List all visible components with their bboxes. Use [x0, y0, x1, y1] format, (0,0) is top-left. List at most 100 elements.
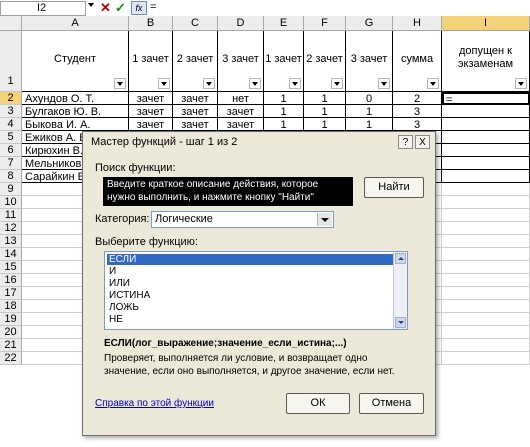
- row-header-3[interactable]: 3: [0, 105, 22, 118]
- filter-dropdown-icon[interactable]: [427, 78, 439, 89]
- header-cell-f[interactable]: 2 зачет: [304, 31, 346, 92]
- formula-input[interactable]: =: [150, 1, 156, 13]
- table-cell[interactable]: зачет: [218, 105, 264, 118]
- table-cell[interactable]: [442, 339, 530, 352]
- header-cell-c[interactable]: 2 зачет: [173, 31, 218, 92]
- table-cell[interactable]: 1: [264, 118, 304, 131]
- column-header-c[interactable]: C: [173, 16, 218, 31]
- search-input[interactable]: Введите краткое описание действия, котор…: [103, 177, 353, 206]
- column-header-e[interactable]: E: [264, 16, 304, 31]
- function-list-item[interactable]: И: [107, 266, 393, 277]
- header-cell-d[interactable]: 3 зачет: [218, 31, 264, 92]
- table-cell[interactable]: 1: [346, 118, 393, 131]
- row-header-4[interactable]: 4: [0, 118, 22, 131]
- table-cell[interactable]: [442, 118, 530, 131]
- filter-dropdown-icon[interactable]: [331, 78, 343, 89]
- dialog-title-bar[interactable]: Мастер функций - шаг 1 из 2 ? X: [83, 132, 435, 152]
- table-cell[interactable]: 3: [393, 118, 442, 131]
- row-header-1[interactable]: 1: [0, 31, 22, 92]
- table-cell[interactable]: зачет: [218, 118, 264, 131]
- table-cell[interactable]: зачет: [173, 105, 218, 118]
- table-cell[interactable]: [442, 131, 530, 144]
- header-cell-b[interactable]: 1 зачет: [129, 31, 173, 92]
- header-cell-i[interactable]: допущен к экзаменам: [442, 31, 530, 92]
- table-cell[interactable]: [442, 274, 530, 287]
- table-cell[interactable]: Ахундов О. Т.: [22, 92, 129, 105]
- column-header-d[interactable]: D: [218, 16, 264, 31]
- table-cell[interactable]: нет: [218, 92, 264, 105]
- table-cell[interactable]: 1: [346, 105, 393, 118]
- help-icon[interactable]: ?: [398, 135, 413, 149]
- row-header-5[interactable]: 5: [0, 131, 22, 144]
- filter-dropdown-icon[interactable]: [378, 78, 390, 89]
- table-cell[interactable]: [442, 209, 530, 222]
- table-cell[interactable]: 1: [264, 105, 304, 118]
- table-cell[interactable]: Булгаков Ю. В.: [22, 105, 129, 118]
- enter-icon[interactable]: ✓: [115, 0, 126, 15]
- filter-dropdown-icon[interactable]: [158, 78, 170, 89]
- table-cell[interactable]: 1: [304, 105, 346, 118]
- function-list-scrollbar[interactable]: [393, 252, 407, 329]
- table-cell[interactable]: Быкова И. А.: [22, 118, 129, 131]
- table-cell[interactable]: [442, 313, 530, 326]
- row-header-14[interactable]: 14: [0, 248, 22, 261]
- header-cell-h[interactable]: сумма: [393, 31, 442, 92]
- table-cell[interactable]: зачет: [173, 92, 218, 105]
- row-header-12[interactable]: 12: [0, 222, 22, 235]
- scroll-down-icon[interactable]: [395, 317, 406, 328]
- table-cell[interactable]: 1: [264, 92, 304, 105]
- name-box[interactable]: I2: [0, 1, 86, 16]
- row-header-17[interactable]: 17: [0, 287, 22, 300]
- row-header-18[interactable]: 18: [0, 300, 22, 313]
- filter-dropdown-icon[interactable]: [203, 78, 215, 89]
- cancel-button[interactable]: Отмена: [359, 393, 424, 414]
- function-list[interactable]: ЕСЛИ И ИЛИ ИСТИНА ЛОЖЬ НЕ: [104, 251, 408, 330]
- table-cell[interactable]: [442, 261, 530, 274]
- name-box-dropdown-icon[interactable]: [88, 3, 94, 7]
- column-header-f[interactable]: F: [304, 16, 346, 31]
- row-header-2[interactable]: 2: [0, 92, 22, 105]
- row-header-8[interactable]: 8: [0, 170, 22, 183]
- row-header-15[interactable]: 15: [0, 261, 22, 274]
- category-select[interactable]: Логические: [151, 211, 334, 228]
- table-cell[interactable]: [442, 235, 530, 248]
- table-cell[interactable]: [442, 248, 530, 261]
- table-cell[interactable]: [442, 300, 530, 313]
- table-cell[interactable]: [442, 326, 530, 339]
- row-header-6[interactable]: 6: [0, 144, 22, 157]
- header-cell-a[interactable]: Студент: [22, 31, 129, 92]
- insert-function-icon[interactable]: fx: [131, 1, 147, 15]
- table-cell[interactable]: [442, 170, 530, 183]
- function-list-item[interactable]: ИСТИНА: [107, 290, 393, 301]
- help-link[interactable]: Справка по этой функции: [95, 398, 214, 409]
- column-header-b[interactable]: B: [129, 16, 173, 31]
- function-list-item[interactable]: ЛОЖЬ: [107, 302, 393, 313]
- row-header-22[interactable]: 22: [0, 352, 22, 365]
- table-cell[interactable]: [442, 144, 530, 157]
- table-cell[interactable]: [442, 196, 530, 209]
- table-cell[interactable]: [442, 105, 530, 118]
- table-cell[interactable]: [442, 222, 530, 235]
- filter-dropdown-icon[interactable]: [114, 78, 126, 89]
- filter-dropdown-icon[interactable]: [249, 78, 261, 89]
- row-header-11[interactable]: 11: [0, 209, 22, 222]
- column-header-g[interactable]: G: [346, 16, 393, 31]
- table-cell[interactable]: 0: [346, 92, 393, 105]
- table-cell[interactable]: зачет: [129, 92, 173, 105]
- header-cell-e[interactable]: 1 зачет: [264, 31, 304, 92]
- table-cell[interactable]: 1: [304, 92, 346, 105]
- function-list-item[interactable]: ЕСЛИ: [107, 254, 393, 265]
- header-cell-g[interactable]: 3 зачет: [346, 31, 393, 92]
- find-button[interactable]: Найти: [364, 177, 424, 198]
- table-cell[interactable]: 2: [393, 92, 442, 105]
- row-header-9[interactable]: 9: [0, 183, 22, 196]
- close-icon[interactable]: X: [415, 135, 430, 149]
- cancel-icon[interactable]: ✕: [100, 0, 111, 15]
- active-cell[interactable]: =: [442, 92, 530, 106]
- column-header-h[interactable]: H: [393, 16, 442, 31]
- table-cell[interactable]: зачет: [173, 118, 218, 131]
- table-cell[interactable]: [442, 287, 530, 300]
- chevron-down-icon[interactable]: [317, 213, 332, 226]
- function-list-item[interactable]: ИЛИ: [107, 278, 393, 289]
- table-cell[interactable]: зачет: [129, 118, 173, 131]
